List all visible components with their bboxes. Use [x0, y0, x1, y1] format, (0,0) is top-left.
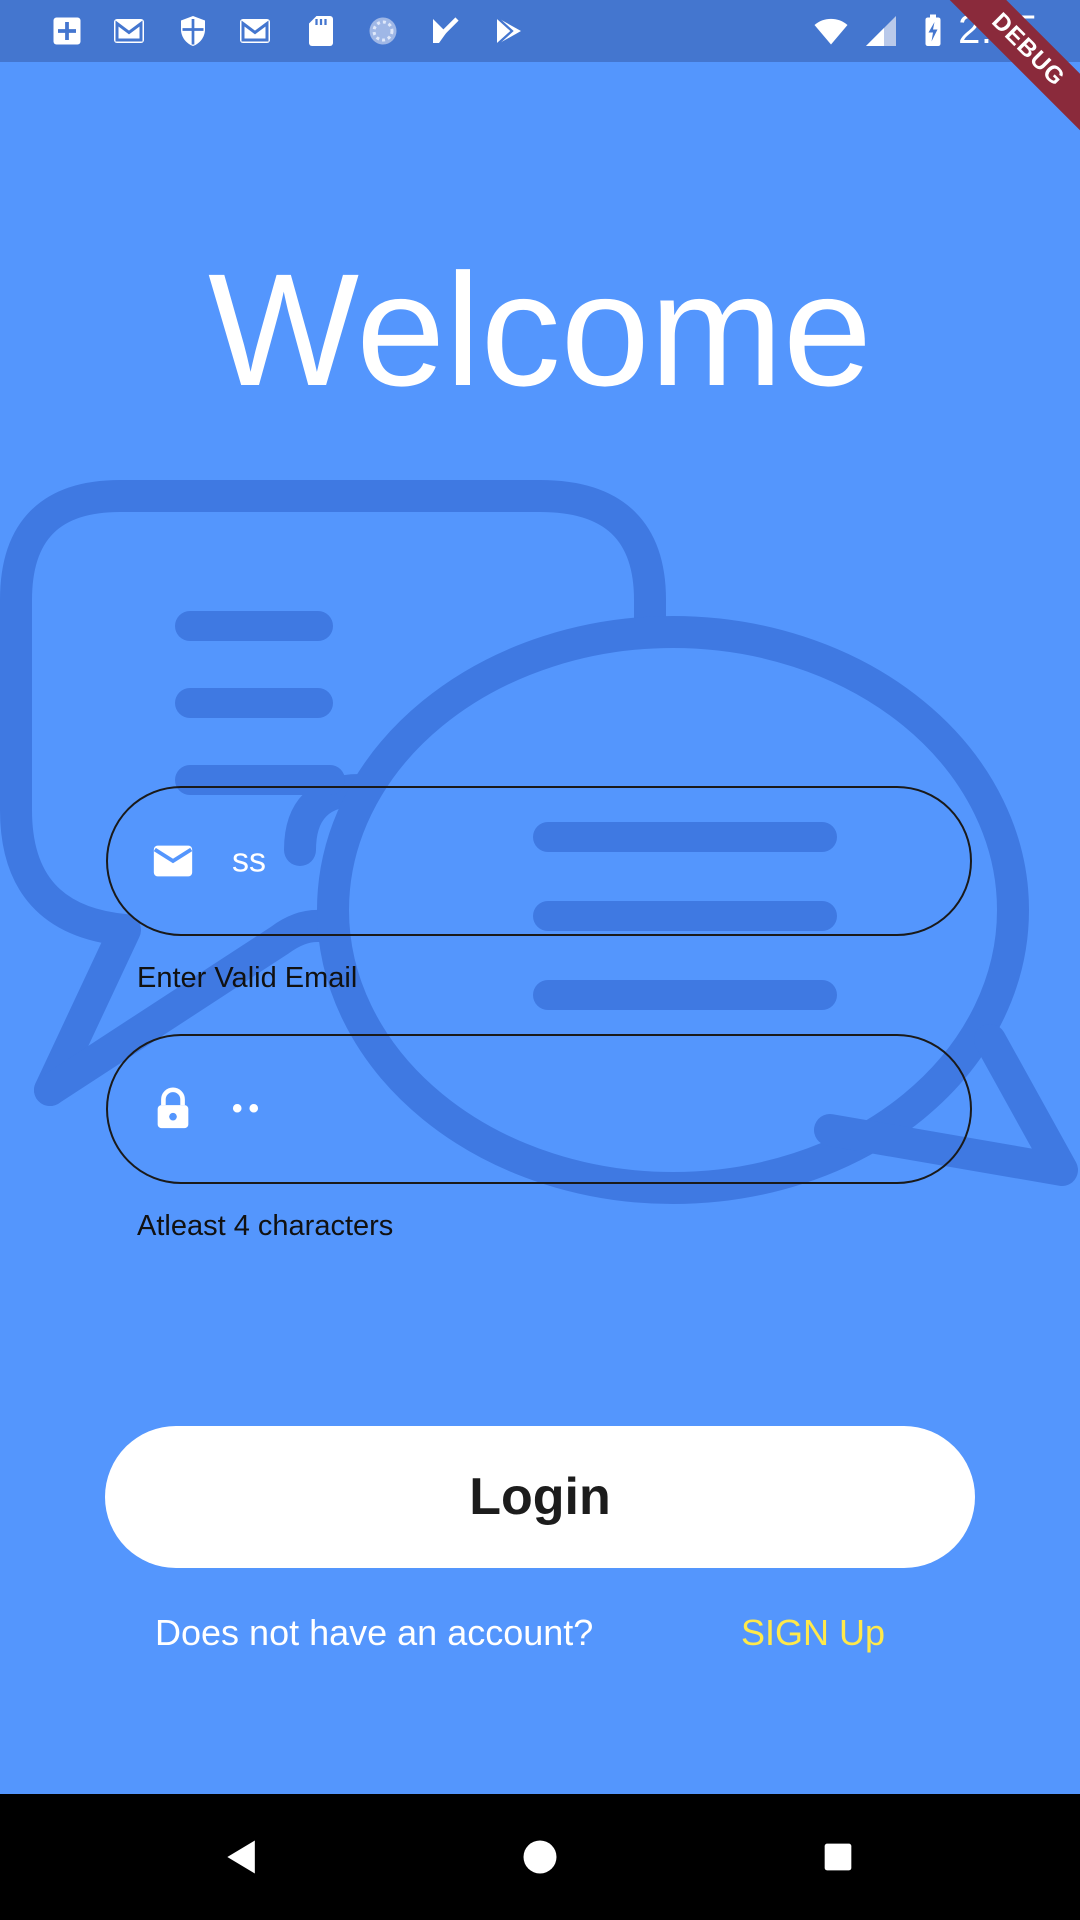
- play-store-icon: [490, 11, 528, 51]
- wifi-icon: [812, 11, 850, 51]
- email-field[interactable]: ss: [106, 786, 972, 936]
- signup-prompt: Does not have an account?: [155, 1612, 594, 1653]
- status-bar: 2:05: [0, 0, 1080, 62]
- shield-icon: [174, 11, 212, 51]
- plus-box-icon: [48, 11, 86, 51]
- signup-link[interactable]: SIGN Up: [741, 1612, 885, 1654]
- password-field[interactable]: ••: [106, 1034, 972, 1184]
- sync-circle-icon: [364, 11, 402, 51]
- sd-card-icon: [302, 11, 340, 51]
- home-circle-icon[interactable]: [510, 1827, 570, 1887]
- mail-icon: [148, 836, 198, 886]
- gmail-icon: [236, 11, 274, 51]
- navigation-bar: [0, 1794, 1080, 1920]
- recents-square-icon[interactable]: [808, 1827, 868, 1887]
- gmail-icon: [110, 11, 148, 51]
- password-value[interactable]: ••: [232, 1092, 265, 1126]
- login-screen: 2:05 DEBUG Welcome ss Enter Valid Email: [0, 0, 1080, 1920]
- email-value[interactable]: ss: [232, 842, 266, 881]
- login-button[interactable]: Login: [105, 1426, 975, 1568]
- password-helper-text: Atleast 4 characters: [137, 1210, 394, 1242]
- lock-icon: [148, 1084, 198, 1134]
- email-helper-text: Enter Valid Email: [137, 962, 358, 994]
- back-triangle-icon[interactable]: [212, 1827, 272, 1887]
- cell-signal-icon: [862, 11, 900, 51]
- battery-charging-icon: [914, 11, 952, 51]
- check-flag-icon: [426, 11, 464, 51]
- welcome-title: Welcome: [208, 240, 872, 419]
